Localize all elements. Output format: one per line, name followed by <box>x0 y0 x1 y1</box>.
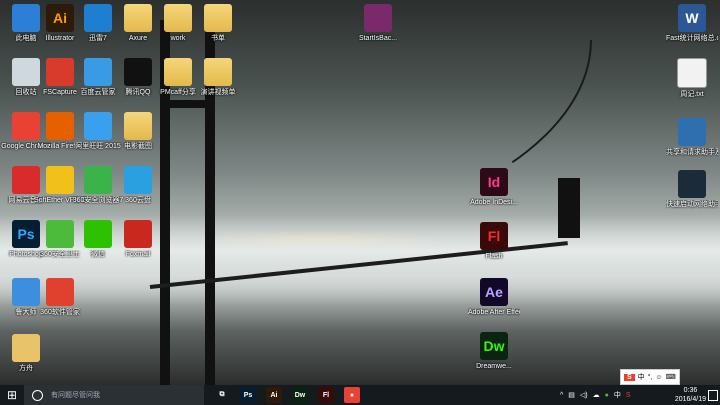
desktop-icon-label: Foxmail <box>125 251 151 258</box>
search-box[interactable]: 有问题尽管问我 <box>24 385 204 405</box>
desktop-icon-label: 360软件管家 <box>40 309 80 316</box>
cortana-icon <box>32 389 43 401</box>
flash-icon: Fl <box>480 222 508 250</box>
word-doc-icon: W <box>678 4 706 32</box>
foxmail-icon <box>124 220 152 248</box>
desktop-icon-label: StartIsBac... <box>358 35 398 42</box>
helper-icon <box>678 170 706 198</box>
volume-icon[interactable]: ◁) <box>580 391 588 399</box>
folder-icon <box>204 4 232 32</box>
desktop-icon-label: Adobe InDesi... <box>470 199 518 206</box>
thunder-icon <box>84 4 112 32</box>
film-folder-icon <box>124 112 152 140</box>
desktop-icon[interactable]: 周记.txt <box>666 58 718 99</box>
folder-icon <box>204 58 232 86</box>
desktop-icon-label: Dreamwe... <box>476 363 512 370</box>
tray-chevron-icon[interactable]: ^ <box>560 392 563 399</box>
baidu-cloud-icon <box>84 58 112 86</box>
desktop-icon-label: 360云盘 <box>125 197 151 204</box>
softether-icon <box>46 166 74 194</box>
fscapture-icon <box>46 58 74 86</box>
taskbar-illustrator-icon[interactable]: Ai <box>266 387 282 403</box>
taskbar-dreamweaver-icon[interactable]: Dw <box>292 387 308 403</box>
sogou-logo-icon: S <box>624 373 635 381</box>
network-share-icon <box>678 118 706 146</box>
taskbar-flash-icon[interactable]: Fl <box>318 387 334 403</box>
search-placeholder: 有问题尽管问我 <box>51 392 100 399</box>
desktop-icon[interactable]: 演讲视频单 <box>192 58 244 97</box>
ime-toolbar[interactable]: S 中 °, ☺ ⌨ <box>620 369 680 385</box>
desktop-icon-label: 共享和请求助手及更多... <box>666 149 718 156</box>
tray-360-icon[interactable]: ● <box>605 392 609 399</box>
desktop-icon[interactable]: 360软件管家 <box>34 278 86 317</box>
desktop-icon-label: 方舟 <box>19 365 33 372</box>
desktop-icon[interactable]: 书单 <box>192 4 244 43</box>
network-icon[interactable]: ▤ <box>568 391 575 399</box>
keyboard-icon[interactable]: ⌨ <box>666 373 676 381</box>
desktop-icon[interactable]: Foxmail <box>112 220 164 259</box>
notification-icon[interactable] <box>708 390 718 401</box>
emoji-icon[interactable]: ☺ <box>655 374 662 381</box>
firefox-icon <box>46 112 74 140</box>
winrar-icon <box>364 4 392 32</box>
wechat-icon <box>84 220 112 248</box>
desktop-icon-label: Adobe After Effects CS6 <box>468 309 520 316</box>
taskbar-photoshop-icon[interactable]: Ps <box>240 387 256 403</box>
desktop-icon[interactable]: Id Adobe InDesi... <box>468 168 520 207</box>
punctuation-icon[interactable]: °, <box>648 374 653 381</box>
360-browser-icon <box>84 166 112 194</box>
indesign-icon: Id <box>480 168 508 196</box>
desktop-icon[interactable]: 共享和请求助手及更多... <box>666 118 718 157</box>
fangzhou-icon <box>12 334 40 362</box>
ai-icon: Ai <box>46 4 74 32</box>
desktop-icon[interactable]: Dw Dreamwe... <box>468 332 520 371</box>
360-software-icon <box>46 278 74 306</box>
folder-icon <box>164 58 192 86</box>
ime-mode[interactable]: 中 <box>638 372 645 382</box>
aliwangwang-icon <box>84 112 112 140</box>
taskbar-task-view-icon[interactable]: ⧉ <box>214 387 230 403</box>
start-button[interactable]: ⊞ <box>0 385 24 405</box>
clock[interactable]: 0:36 2016/4/19 <box>675 386 706 404</box>
bridge-tower-crossbar <box>160 100 215 108</box>
desktop-icon-label: 演讲视频单 <box>200 89 236 96</box>
360-guard-icon <box>46 220 74 248</box>
desktop-icon[interactable]: Fl Flash <box>468 222 520 261</box>
desktop-icon-label: 书单 <box>211 35 225 42</box>
system-tray: ^ ▤ ◁) ☁ ● 中 S <box>560 385 690 405</box>
desktop-icon[interactable]: 方舟 <box>0 334 52 373</box>
desktop-icon-label: 电影截图 <box>124 143 152 150</box>
desktop-icon-label: Fast统计网络总.docx <box>666 35 718 42</box>
qq-icon <box>124 58 152 86</box>
desktop-icon[interactable]: 电影截图 <box>112 112 164 151</box>
text-file-icon <box>677 58 707 88</box>
desktop-background: 此电脑 Ai Illustrator 迅雷7 Axure work 书单 回收站 FSCaptu… <box>0 0 720 385</box>
taskbar: ⊞ 有问题尽管问我 ⧉ Ps Ai Dw Fl ● ^ ▤ ◁) ☁ ● 中 S 0:36… <box>0 385 720 405</box>
desktop-icon-label: Flash <box>485 253 503 260</box>
clock-time: 0:36 <box>683 387 698 394</box>
desktop-icon-label: 快速启动网络助手 <box>666 201 718 208</box>
desktop-icon[interactable]: 快速启动网络助手 <box>666 170 718 209</box>
after-effects-icon: Ae <box>480 278 508 306</box>
folder-icon <box>164 4 192 32</box>
dreamweaver-icon: Dw <box>480 332 508 360</box>
desktop-icon[interactable]: StartIsBac... <box>352 4 404 43</box>
onedrive-icon[interactable]: ☁ <box>593 391 600 399</box>
desktop-icon[interactable]: Ae Adobe After Effects CS6 <box>468 278 520 317</box>
sogou-tray-icon[interactable]: S <box>626 392 631 399</box>
bridge-cable <box>210 40 592 242</box>
desktop-icon[interactable]: W Fast统计网络总.docx <box>666 4 718 43</box>
folder-icon <box>124 4 152 32</box>
ime-tray-indicator[interactable]: 中 <box>614 390 621 400</box>
desktop-icon[interactable]: 360云盘 <box>112 166 164 205</box>
taskbar-chrome-icon[interactable]: ● <box>344 387 360 403</box>
bridge-tower-far <box>558 178 580 238</box>
360-cloud-icon <box>124 166 152 194</box>
clock-date: 2016/4/19 <box>674 396 706 403</box>
desktop-icon-label: 周记.txt <box>680 91 704 98</box>
